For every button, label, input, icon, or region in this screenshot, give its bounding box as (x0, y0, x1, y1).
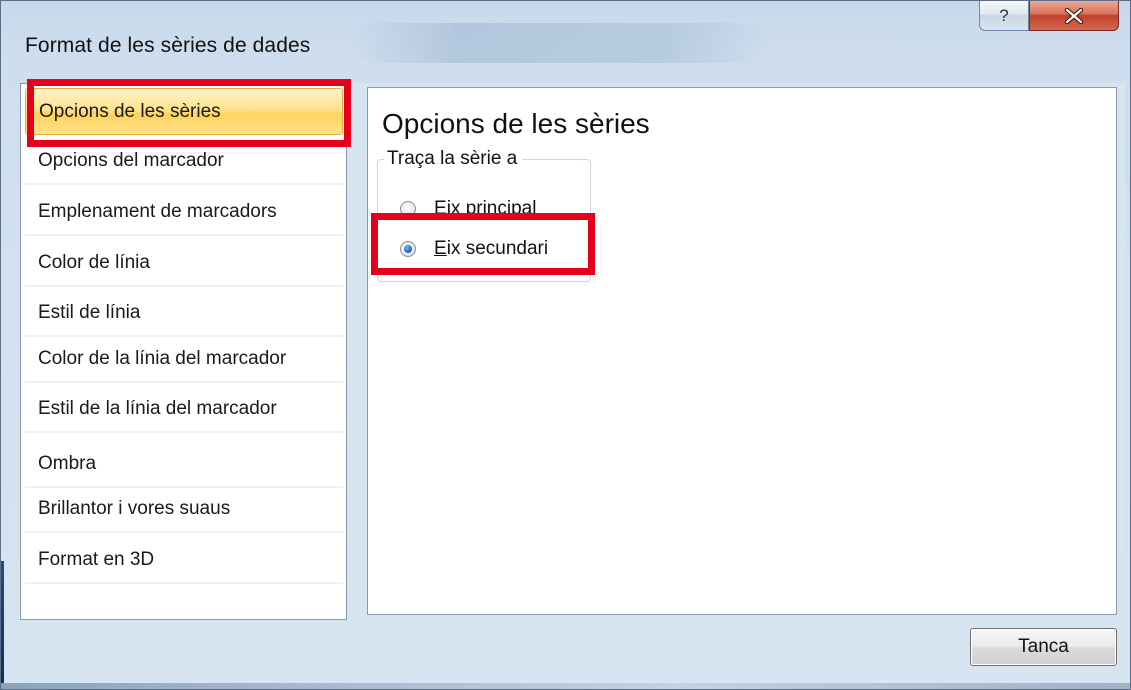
sidebar-item-glow-soft-edges[interactable]: Brillantor i vores suaus (25, 486, 343, 533)
title-bar[interactable]: Format de les sèries de dades (1, 1, 1130, 83)
close-icon (1064, 7, 1084, 24)
group-legend: Traça la sèrie a (384, 148, 523, 170)
close-window-button[interactable] (1029, 1, 1119, 31)
sidebar-item-label: Estil de línia (38, 301, 141, 323)
dialog-title: Format de les sèries de dades (25, 34, 311, 57)
sidebar-item-marker-line-color[interactable]: Color de la línia del marcador (25, 336, 343, 383)
help-icon: ? (999, 5, 1009, 25)
options-panel: Opcions de les sèries Traça la sèrie a E… (367, 87, 1117, 615)
sidebar-item-label: Format en 3D (38, 548, 155, 570)
sidebar-item-label: Opcions del marcador (38, 149, 224, 171)
sidebar-item-label: Ombra (38, 452, 97, 474)
format-data-series-dialog: Format de les sèries de dades ? Opcions … (0, 0, 1131, 690)
background-window-strip (1, 683, 1130, 689)
sidebar-item-label: Estil de la línia del marcador (38, 397, 277, 419)
title-bar-glass (351, 23, 771, 63)
sidebar-item-marker-fill[interactable]: Emplenament de marcadors (25, 189, 343, 236)
sidebar-item-label: Color de línia (38, 251, 150, 273)
sidebar-item-line-color[interactable]: Color de línia (25, 240, 343, 287)
sidebar-item-label: Color de la línia del marcador (38, 347, 287, 369)
sidebar-item-shadow[interactable]: Ombra (25, 441, 343, 488)
annotation-highlight-secondary-axis (371, 213, 595, 275)
background-window-edge (1, 561, 4, 689)
sidebar-item-label: Emplenament de marcadors (38, 200, 277, 222)
section-title: Opcions de les sèries (382, 108, 650, 139)
help-button[interactable]: ? (979, 1, 1029, 31)
annotation-highlight-series-options (27, 79, 351, 147)
sidebar-item-line-style[interactable]: Estil de línia (25, 290, 343, 337)
close-button[interactable]: Tanca (970, 628, 1117, 666)
sidebar-item-3d-format[interactable]: Format en 3D (25, 537, 343, 584)
sidebar-item-marker-line-style[interactable]: Estil de la línia del marcador (25, 386, 343, 433)
sidebar-item-label: Brillantor i vores suaus (38, 497, 231, 519)
category-list: Opcions de les sèries Opcions del marcad… (20, 83, 347, 620)
